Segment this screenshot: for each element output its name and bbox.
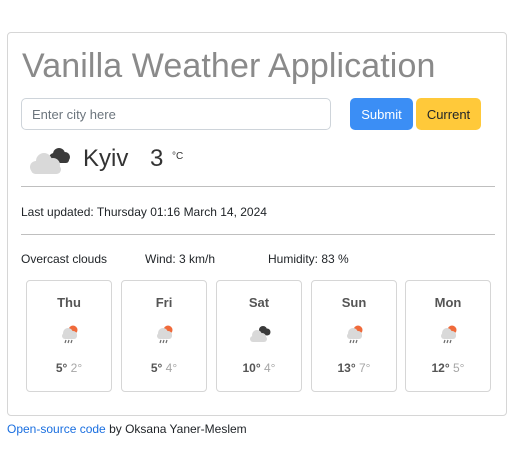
forecast-max-temp: 5° (150, 361, 163, 375)
rain-with-sun-icon (157, 325, 173, 344)
forecast-day: Sat 10° 4° (216, 280, 302, 392)
overcast-clouds-icon (30, 148, 70, 174)
forecast-min-temp: 2° (70, 361, 83, 375)
humidity: Humidity: 83 % (268, 252, 349, 266)
forecast-temperatures: 5° 4° (122, 361, 206, 375)
forecast-day: Sun 13° 7° (311, 280, 397, 392)
forecast-day: Fri 5° 4° (121, 280, 207, 392)
forecast-max-temp: 12° (431, 361, 450, 375)
forecast-temperatures: 12° 5° (406, 361, 490, 375)
last-updated: Last updated: Thursday 01:16 March 14, 2… (21, 205, 267, 219)
weather-description: Overcast clouds (21, 252, 108, 266)
rain-with-sun-icon (62, 325, 78, 344)
forecast-max-temp: 10° (242, 361, 261, 375)
broken-clouds-icon (250, 326, 271, 342)
page-title: Vanilla Weather Application (22, 47, 436, 85)
weather-card: Vanilla Weather Application Submit Curre… (7, 32, 507, 416)
forecast-min-temp: 7° (359, 361, 371, 375)
divider (21, 186, 495, 187)
rain-with-sun-icon (347, 325, 363, 344)
forecast-day-name: Sat (248, 295, 270, 310)
forecast-min-temp: 4° (165, 361, 178, 375)
current-temperature: 3 (150, 145, 164, 172)
current-weather: Kyiv 3 °C (28, 143, 328, 177)
wind-speed: Wind: 3 km/h (145, 252, 216, 266)
forecast-day-name: Sun (341, 295, 367, 310)
city-name: Kyiv (83, 145, 129, 172)
forecast-day: Mon 12° 5° (405, 280, 491, 392)
forecast-max-temp: 5° (55, 361, 68, 375)
forecast-day-name: Fri (155, 295, 173, 310)
forecast-temperatures: 13° 7° (312, 361, 396, 375)
author-byline: by Oksana Yaner-Meslem (105, 422, 247, 436)
submit-button[interactable]: Submit (350, 98, 413, 130)
search-input[interactable] (21, 98, 331, 130)
forecast-day-name: Thu (57, 295, 81, 310)
temperature-unit: °C (172, 151, 184, 162)
forecast-day-name: Mon (434, 295, 462, 310)
forecast-min-temp: 5° (453, 361, 465, 375)
divider (21, 234, 495, 235)
open-source-code-link[interactable]: Open-source code (7, 422, 106, 436)
forecast-day: Thu 5° 2° (26, 280, 112, 392)
footer: Open-source code by Oksana Yaner-Meslem (7, 422, 247, 436)
current-location-button[interactable]: Current (416, 98, 481, 130)
rain-with-sun-icon (441, 325, 457, 344)
forecast-min-temp: 4° (264, 361, 276, 375)
forecast-temperatures: 5° 2° (27, 361, 111, 375)
forecast-temperatures: 10° 4° (217, 361, 301, 375)
forecast-max-temp: 13° (337, 361, 356, 375)
